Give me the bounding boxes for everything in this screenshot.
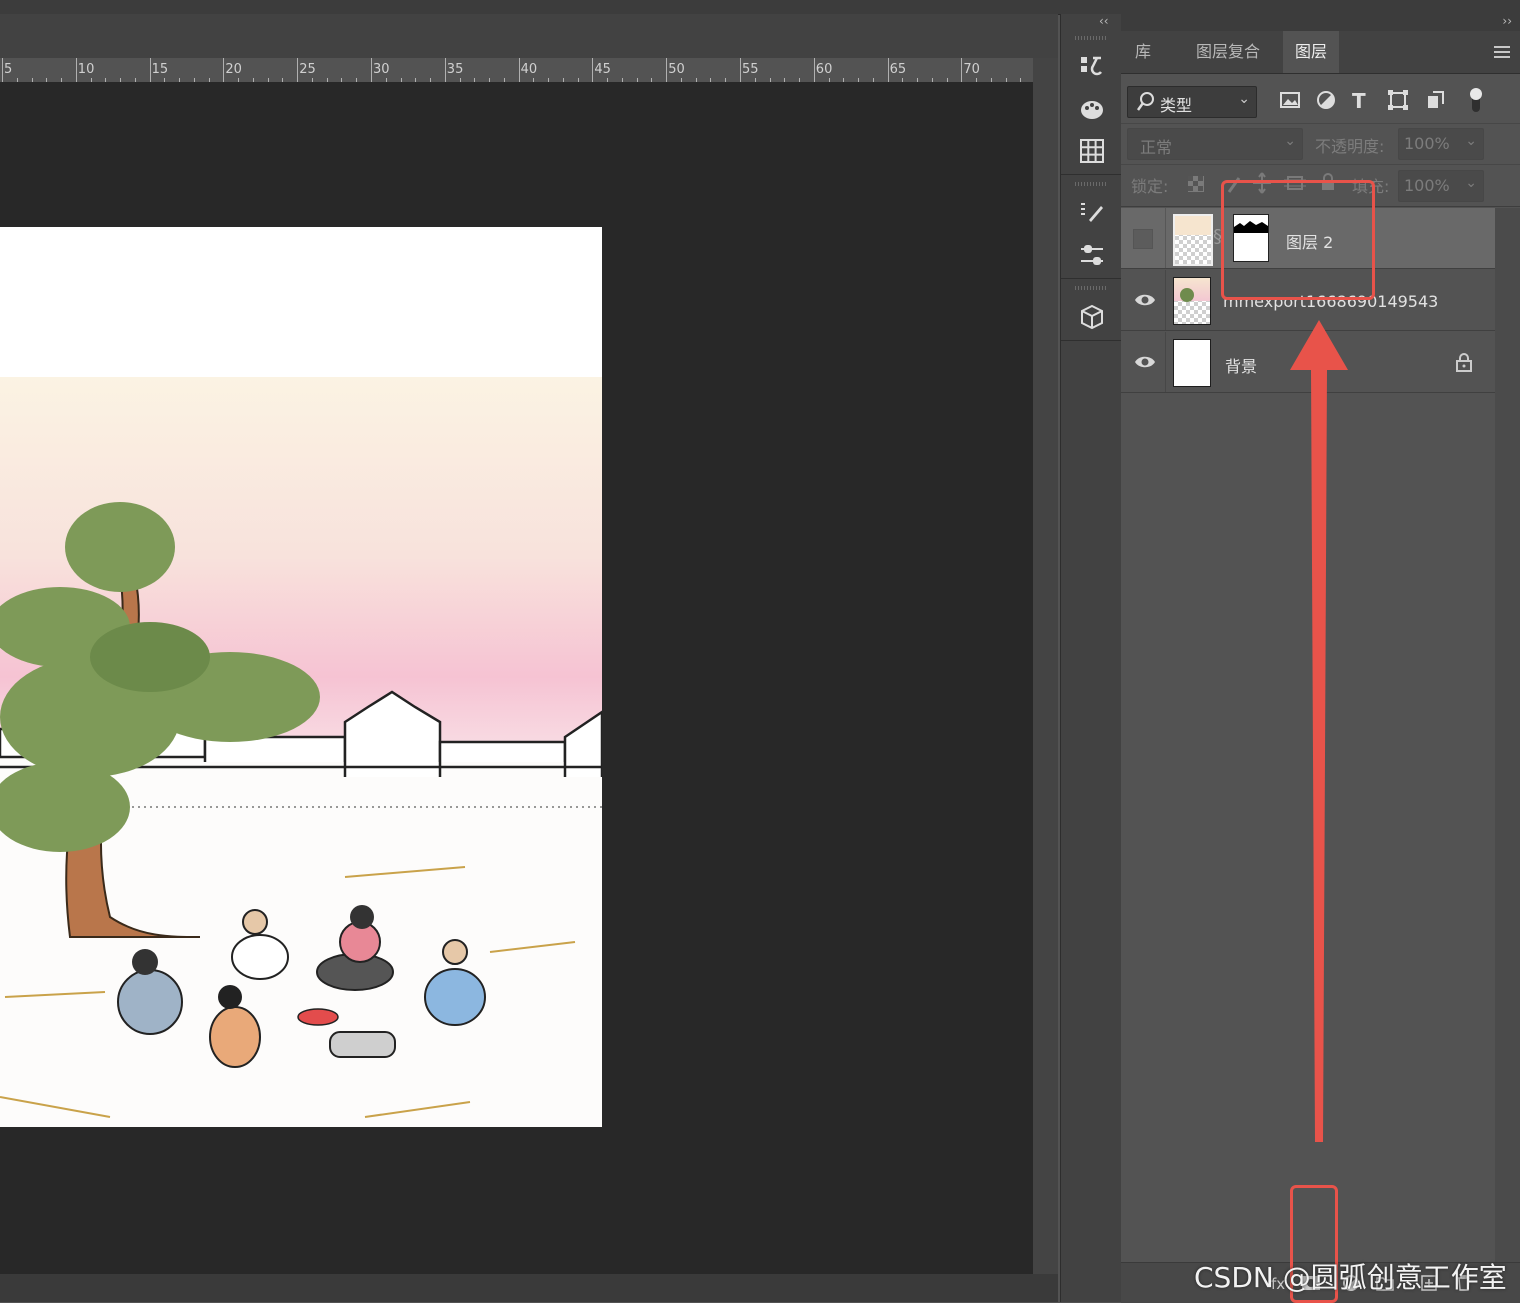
- chevron-down-icon: ⌄: [1238, 91, 1250, 107]
- ruler-label: 25: [299, 62, 316, 77]
- ruler-label: 15: [151, 62, 169, 77]
- ruler-label: 45: [594, 62, 611, 77]
- ruler-tick: [740, 58, 741, 82]
- lock-label: 锁定:: [1131, 177, 1169, 196]
- horizontal-ruler[interactable]: 5 10 15 20 25 30 35 40 45 50 55 60 65 70: [0, 58, 1033, 83]
- shape-layer-filter-icon[interactable]: [1388, 90, 1408, 114]
- expand-right-icon[interactable]: ››: [1502, 14, 1512, 28]
- ruler-tick: [518, 58, 520, 82]
- search-icon: [1136, 90, 1156, 116]
- highlight-box-layer-2: [1221, 180, 1375, 300]
- ruler-label: 30: [373, 62, 390, 77]
- type-layer-filter-icon[interactable]: T: [1352, 89, 1366, 113]
- panel-header-strip: ‹‹ ››: [1099, 14, 1520, 31]
- lock-icon: [1455, 352, 1473, 376]
- tab-layer-comps[interactable]: 图层复合: [1184, 31, 1272, 73]
- ruler-tick: [813, 58, 815, 82]
- layer-name[interactable]: 背景: [1225, 353, 1257, 377]
- ruler-label: 50: [668, 62, 685, 77]
- dock-grip[interactable]: [1075, 36, 1107, 40]
- fill-field[interactable]: 100% ⌄: [1398, 170, 1484, 202]
- filter-kind-label: 类型: [1160, 96, 1193, 115]
- illustration-image: [0, 377, 602, 1127]
- 3d-cube-icon[interactable]: [1077, 302, 1107, 332]
- dock-grip[interactable]: [1075, 182, 1107, 186]
- ruler-label: 5: [4, 62, 13, 77]
- ruler-label: 40: [520, 62, 538, 77]
- filter-toggle-switch[interactable]: [1468, 86, 1484, 118]
- ruler-label: 55: [742, 62, 759, 77]
- layers-scrollbar[interactable]: [1495, 208, 1520, 1262]
- ruler-tick: [223, 58, 225, 82]
- opacity-label: 不透明度:: [1315, 137, 1385, 156]
- application-top-strip: [0, 0, 1520, 15]
- lock-transparency-icon[interactable]: [1187, 175, 1205, 197]
- ruler-label: 65: [889, 62, 907, 77]
- layer-thumbnail[interactable]: [1173, 339, 1211, 387]
- opacity-value: 100%: [1404, 134, 1450, 153]
- ruler-tick: [149, 58, 151, 82]
- chevron-down-icon: ⌄: [1465, 133, 1477, 149]
- tab-library[interactable]: 库: [1123, 31, 1163, 73]
- ruler-label: 70: [963, 62, 980, 77]
- panel-tab-bar: 库 图层复合 图层: [1121, 31, 1520, 74]
- ruler-tick: [2, 58, 3, 82]
- panel-icon-dock: [1060, 14, 1122, 1302]
- history-icon[interactable]: [1077, 52, 1107, 82]
- visibility-toggle-off[interactable]: [1133, 229, 1153, 249]
- ruler-tick: [371, 58, 372, 82]
- ruler-tick: [75, 58, 77, 82]
- layer-filter-dropdown[interactable]: 类型 ⌄: [1127, 86, 1257, 118]
- ruler-tick: [961, 58, 963, 82]
- adjustments-sliders-icon[interactable]: [1077, 240, 1107, 270]
- brush-settings-icon[interactable]: [1077, 198, 1107, 228]
- document-canvas[interactable]: [0, 227, 602, 1127]
- ruler-tick: [444, 58, 446, 82]
- canvas-horizontal-scrollbar[interactable]: [0, 1274, 1058, 1302]
- blend-mode-dropdown[interactable]: 正常 ⌄: [1127, 128, 1303, 160]
- ruler-label: 60: [815, 62, 833, 77]
- ruler-tick: [666, 58, 668, 82]
- canvas-vertical-scrollbar[interactable]: [1033, 58, 1058, 1274]
- swatches-grid-icon[interactable]: [1077, 136, 1107, 166]
- ruler-tick: [887, 58, 889, 82]
- collapse-left-icon[interactable]: ‹‹: [1099, 14, 1109, 28]
- eye-icon[interactable]: [1134, 292, 1156, 312]
- smart-object-filter-icon[interactable]: [1425, 90, 1445, 114]
- pixel-layer-filter-icon[interactable]: [1280, 91, 1300, 113]
- watermark-text: CSDN @圆弧创意工作室: [1194, 1261, 1507, 1294]
- layer-thumbnail[interactable]: [1173, 214, 1213, 266]
- eye-icon[interactable]: [1134, 354, 1156, 374]
- annotation-arrow: [1290, 320, 1348, 1142]
- chevron-down-icon: ⌄: [1284, 133, 1296, 149]
- color-palette-icon[interactable]: [1077, 94, 1107, 124]
- adjustment-layer-filter-icon[interactable]: [1316, 90, 1336, 114]
- tab-layers[interactable]: 图层: [1283, 31, 1340, 73]
- opacity-field[interactable]: 100% ⌄: [1398, 128, 1484, 160]
- ruler-tick: [297, 58, 299, 82]
- ruler-label: 35: [446, 62, 464, 77]
- blend-mode-value: 正常: [1140, 138, 1173, 157]
- layer-thumbnail[interactable]: [1173, 277, 1211, 325]
- chevron-down-icon: ⌄: [1465, 175, 1477, 191]
- ruler-label: 10: [77, 62, 95, 77]
- panel-menu-icon[interactable]: [1494, 44, 1510, 63]
- fill-value: 100%: [1404, 176, 1450, 195]
- dock-grip[interactable]: [1075, 286, 1107, 290]
- document-tab-strip: [0, 14, 1058, 58]
- ruler-tick: [592, 58, 594, 82]
- ruler-label: 20: [225, 62, 242, 77]
